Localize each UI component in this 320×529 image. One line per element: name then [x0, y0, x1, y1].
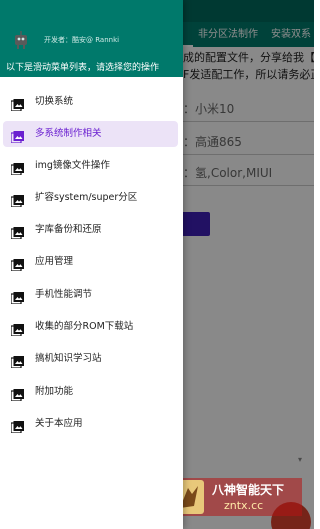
menu-item-expand-partition[interactable]: 扩容system/super分区: [3, 185, 178, 211]
menu-item-extras[interactable]: 附加功能: [3, 379, 178, 405]
drawer-hint: 以下是滑动菜单列表，请选择您的操作: [6, 63, 160, 73]
image-icon: [10, 96, 24, 112]
menu-item-performance[interactable]: 手机性能调节: [3, 282, 178, 308]
watermark: 八神智能天下 zntx.cc: [172, 478, 302, 516]
menu-item-label: 收集的部分ROM下载站: [35, 321, 134, 332]
menu-item-label: 关于本应用: [35, 418, 83, 429]
menu-item-about[interactable]: 关于本应用: [3, 411, 178, 437]
menu-item-label: 手机性能调节: [35, 289, 93, 300]
menu-item-label: 搞机知识学习站: [35, 353, 102, 364]
image-icon: [10, 256, 24, 272]
image-icon: [10, 386, 24, 402]
menu-item-label: 切换系统: [35, 96, 74, 107]
menu-item-knowledge[interactable]: 搞机知识学习站: [3, 346, 178, 372]
image-icon: [10, 418, 24, 434]
image-icon: [10, 128, 24, 144]
menu-item-img-image[interactable]: img镜像文件操作: [3, 153, 178, 179]
menu-item-label: 字库备份和还原: [35, 224, 102, 235]
navigation-drawer: 开发者：酷安@ Rannki 以下是滑动菜单列表，请选择您的操作 切换系统多系统…: [0, 0, 183, 529]
image-icon: [10, 321, 24, 337]
menu-item-multi-system[interactable]: 多系统制作相关: [3, 121, 178, 147]
image-icon: [10, 353, 24, 369]
robot-icon: [12, 30, 30, 50]
image-icon: [10, 289, 24, 305]
menu-item-app-management[interactable]: 应用管理: [3, 249, 178, 275]
menu-item-label: 应用管理: [35, 256, 74, 267]
menu-item-label: img镜像文件操作: [35, 160, 110, 171]
watermark-url: zntx.cc: [224, 499, 264, 512]
author-label: 开发者：酷安@ Rannki: [44, 36, 120, 44]
drawer-header: 开发者：酷安@ Rannki 以下是滑动菜单列表，请选择您的操作: [0, 0, 183, 77]
menu-item-label: 扩容system/super分区: [35, 192, 138, 203]
menu-item-label: 附加功能: [35, 386, 74, 397]
menu-item-switch-system[interactable]: 切换系统: [3, 89, 178, 115]
menu-item-rom-download[interactable]: 收集的部分ROM下载站: [3, 314, 178, 340]
menu-item-label: 多系统制作相关: [35, 128, 102, 139]
menu-item-font-backup[interactable]: 字库备份和还原: [3, 217, 178, 243]
image-icon: [10, 192, 24, 208]
watermark-title: 八神智能天下: [212, 483, 285, 497]
image-icon: [10, 224, 24, 240]
image-icon: [10, 160, 24, 176]
